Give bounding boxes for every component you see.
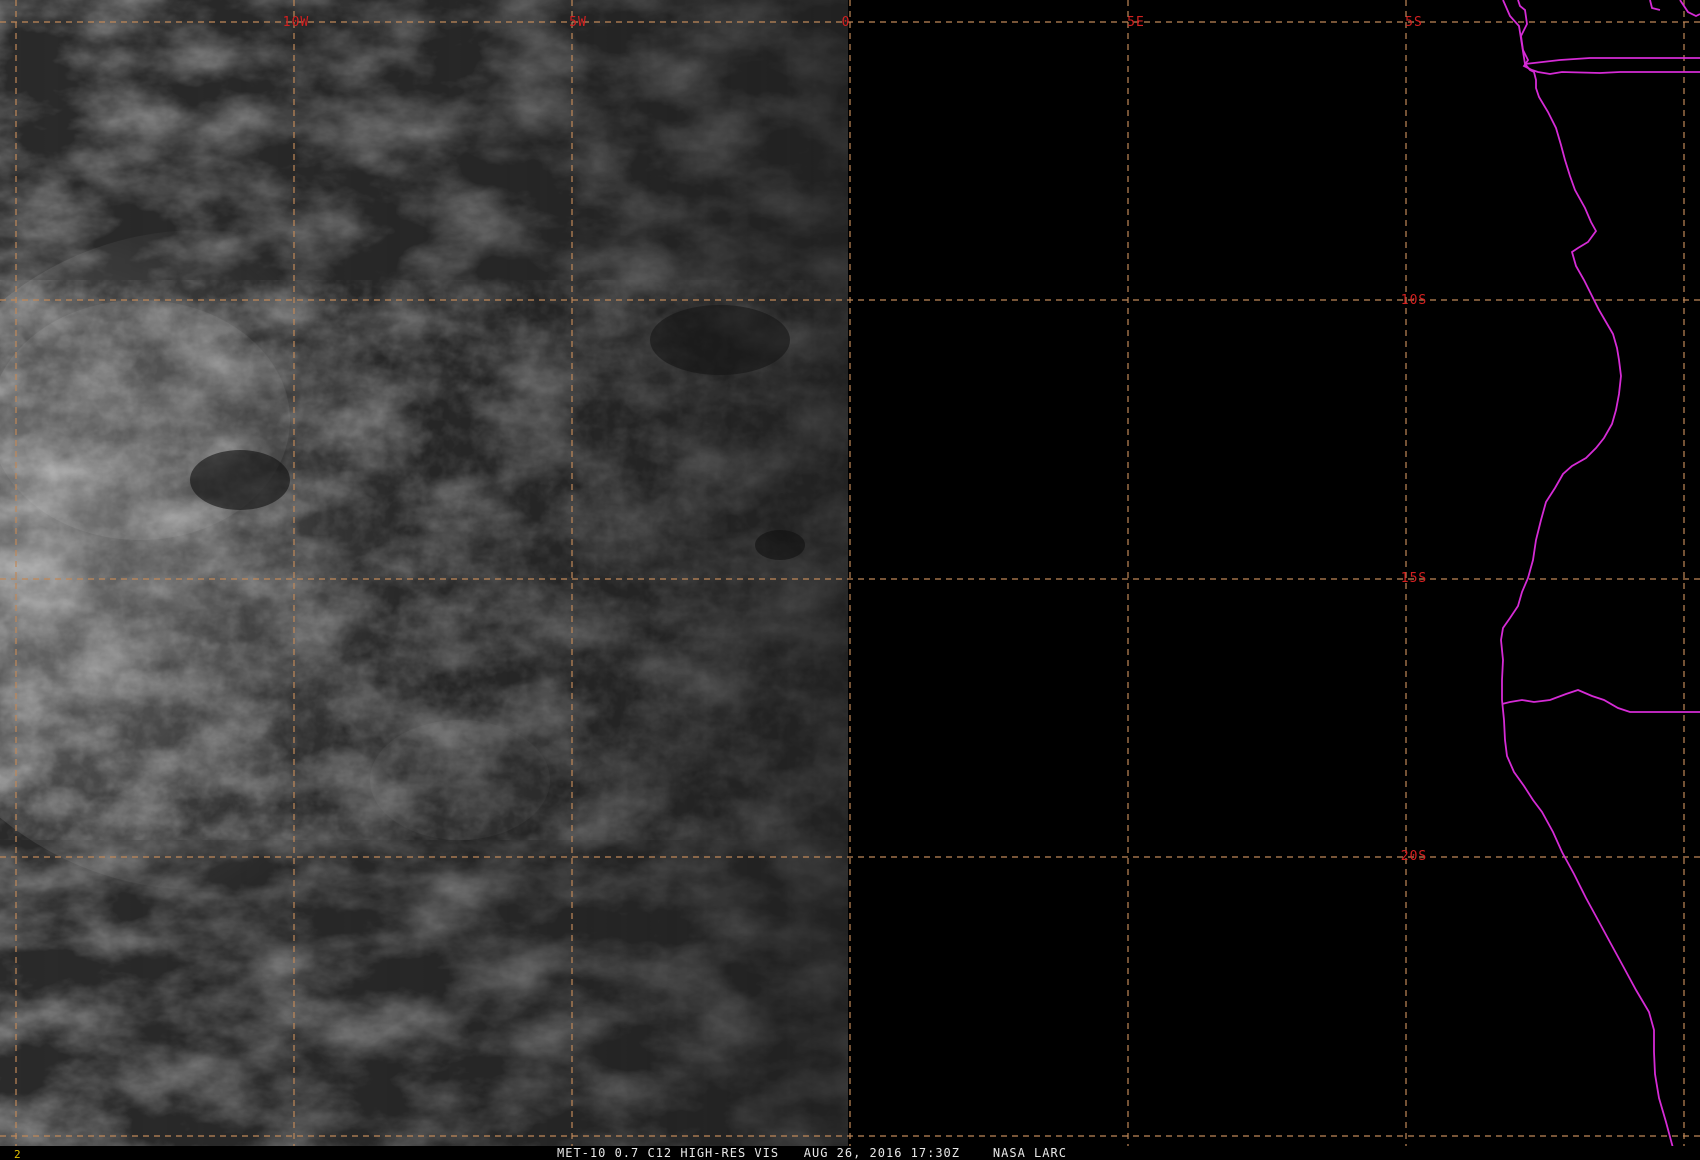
cloud-imagery (0, 0, 848, 1148)
longitude-label-2: 0 (842, 15, 851, 30)
longitude-label-0: 10W (283, 15, 309, 30)
longitude-label-3: 5E (1127, 15, 1145, 30)
frame-number: 2 (14, 1148, 21, 1160)
satellite-map: 10W 5W 0 5E 5S 10S 15S 20S 2 MET-10 0.7 C12 HIG… (0, 0, 1700, 1160)
latitude-label-1: 10S (1401, 293, 1427, 308)
image-caption: MET-10 0.7 C12 HIGH-RES VIS AUG 26, 2016… (557, 1146, 1067, 1160)
longitude-label-1: 5W (569, 15, 587, 30)
latitude-label-0: 5S (1405, 15, 1423, 30)
latitude-label-3: 20S (1401, 849, 1427, 864)
latitude-label-2: 15S (1401, 571, 1427, 586)
